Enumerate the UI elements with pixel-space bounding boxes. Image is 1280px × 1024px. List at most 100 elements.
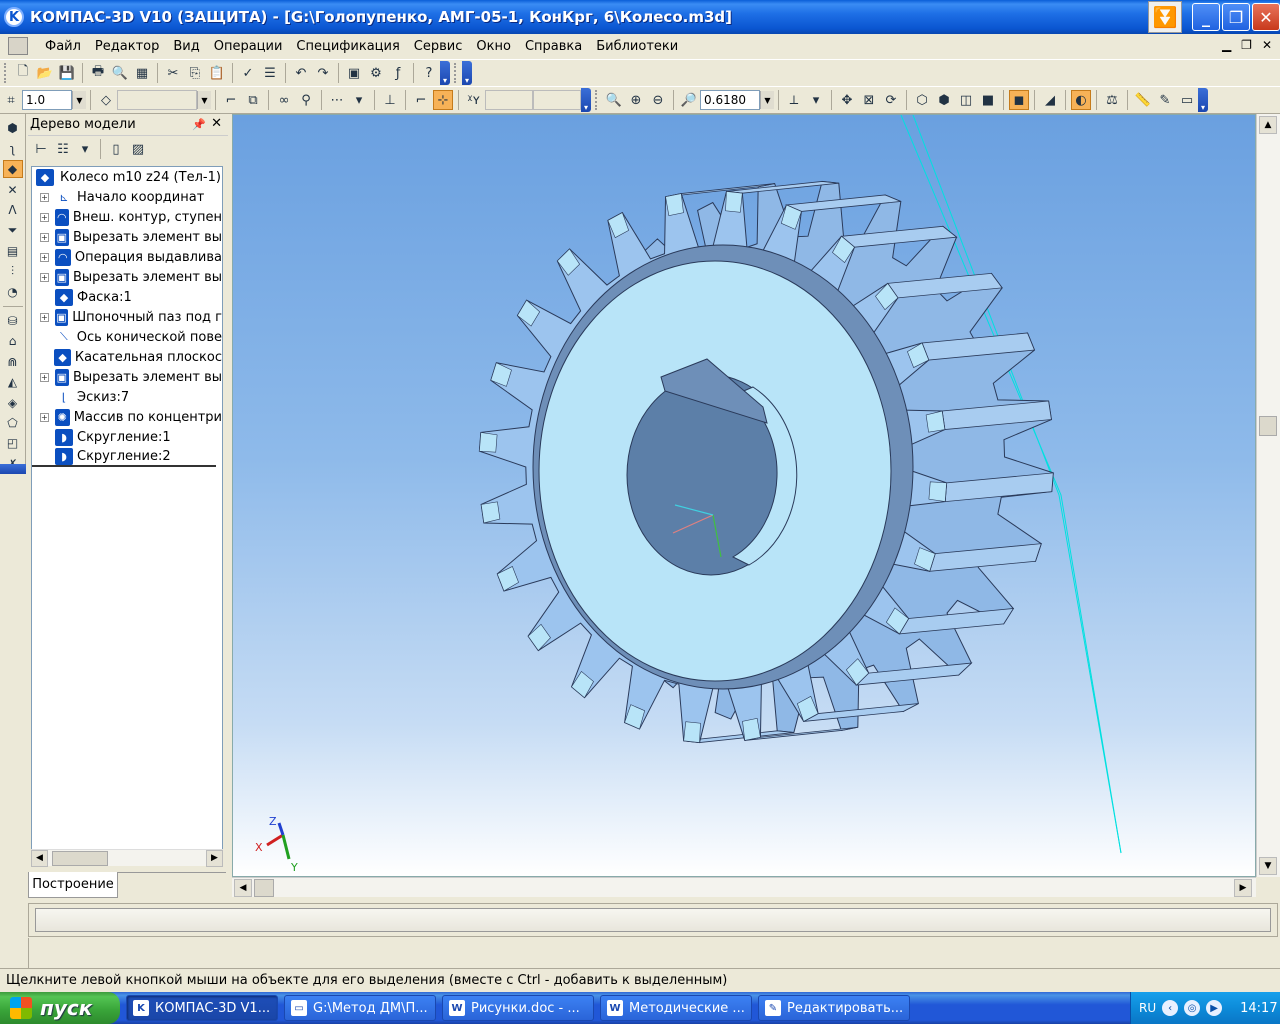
section-icon[interactable]: ◐ <box>1071 90 1091 110</box>
language-indicator[interactable]: RU <box>1139 1001 1156 1015</box>
close-button[interactable]: ✕ <box>1252 3 1280 31</box>
tree-item[interactable]: ⟍ Ось конической пове <box>32 327 222 347</box>
3d-viewport[interactable]: X Y Z <box>232 114 1256 877</box>
sheet-bend-icon[interactable]: ⌂ <box>3 332 23 350</box>
menu-editor[interactable]: Редактор <box>88 39 166 54</box>
hidden-lines-icon[interactable]: ⬢ <box>934 90 954 110</box>
grid-dropdown-icon[interactable]: ▾ <box>349 90 369 110</box>
tree-view-dropdown-icon[interactable]: ▾ <box>75 139 95 159</box>
cut-icon[interactable]: ✂ <box>163 63 183 83</box>
tree-view-icon[interactable]: ☷ <box>53 139 73 159</box>
toolbar-overflow-icon[interactable]: ▾ <box>581 88 591 112</box>
taskbar-item[interactable]: W Методические ... <box>600 995 752 1021</box>
material-icon[interactable]: ✎ <box>1155 90 1175 110</box>
scroll-down-icon[interactable]: ▼ <box>1259 857 1277 875</box>
toolbar-grip[interactable] <box>454 63 458 83</box>
expand-icon[interactable]: + <box>40 412 49 422</box>
tree-structure-icon[interactable]: ⊢ <box>31 139 51 159</box>
copy-icon[interactable]: ⎘ <box>185 63 205 83</box>
menu-window[interactable]: Окно <box>469 39 518 54</box>
redo-icon[interactable]: ↷ <box>313 63 333 83</box>
tree-item[interactable]: + ⊾ Начало координат <box>32 187 222 207</box>
orientation-dropdown-icon[interactable]: ▾ <box>806 90 826 110</box>
surfaces-icon[interactable]: ◆ <box>2 159 23 179</box>
expand-icon[interactable]: + <box>40 312 49 322</box>
tree-item[interactable]: ◆ Касательная плоскос <box>32 347 222 367</box>
taskbar-item[interactable]: K КОМПАС-3D V1... <box>126 995 278 1021</box>
print-setup-icon[interactable]: ▦ <box>132 63 152 83</box>
menu-libraries[interactable]: Библиотеки <box>589 39 685 54</box>
scroll-left-icon[interactable]: ◀ <box>31 849 48 867</box>
mass-properties-icon[interactable]: ⚖ <box>1102 90 1122 110</box>
tree-horizontal-scrollbar[interactable]: ◀ ▶ <box>31 849 223 867</box>
toolbar-grip[interactable] <box>595 90 599 110</box>
maximize-button[interactable]: ❐ <box>1222 3 1250 31</box>
local-cs-icon[interactable]: ⊥ <box>380 90 400 110</box>
new-document-icon[interactable]: 🗋 <box>13 63 33 83</box>
expand-icon[interactable]: + <box>40 192 49 202</box>
expand-icon[interactable]: + <box>40 232 49 242</box>
zoom-dropdown-icon[interactable]: ▼ <box>760 91 774 109</box>
scroll-right-icon[interactable]: ▶ <box>1234 879 1252 897</box>
perspective-icon[interactable]: ◢ <box>1040 90 1060 110</box>
tree-root[interactable]: ◆ Колесо m10 z24 (Тел-1) <box>32 167 222 187</box>
zoom-out-icon[interactable]: ⊖ <box>648 90 668 110</box>
editing-panel-icon[interactable]: ⬢ <box>3 119 23 137</box>
tree-item[interactable]: ◗ Скругление:1 <box>32 427 222 447</box>
display-icon[interactable]: ▭ <box>1177 90 1197 110</box>
filter-icon[interactable]: ⏷ <box>3 221 23 239</box>
viewport-vertical-scrollbar[interactable]: ▲ ▼ <box>1256 114 1280 877</box>
expand-icon[interactable]: + <box>40 212 49 222</box>
spatial-curves-icon[interactable]: ʅ <box>3 139 23 157</box>
reports-icon[interactable]: ⫶ <box>3 262 23 280</box>
fit-all-icon[interactable]: ⊠ <box>859 90 879 110</box>
save-icon[interactable]: 💾 <box>57 63 77 83</box>
tree-item[interactable]: ◗ Скругление:2 <box>32 447 216 467</box>
undo-icon[interactable]: ↶ <box>291 63 311 83</box>
pan-icon[interactable]: ✥ <box>837 90 857 110</box>
menu-specification[interactable]: Спецификация <box>289 39 406 54</box>
mdi-restore-icon[interactable]: ❐ <box>1241 38 1252 52</box>
gear-model[interactable]: X Y Z <box>233 115 1256 877</box>
snap-icon[interactable]: ⌗ <box>1 90 21 110</box>
shaded-edges-icon[interactable]: ◼ <box>1009 90 1029 110</box>
toolbar-overflow-icon[interactable]: ▾ <box>462 61 472 85</box>
tree-item[interactable]: + ▣ Вырезать элемент вы <box>32 267 222 287</box>
scroll-left-icon[interactable]: ◀ <box>234 879 252 897</box>
sheet-unfold-icon[interactable]: ⬠ <box>3 414 23 432</box>
collapse-toolbar-icon[interactable]: ⏬ <box>1148 1 1182 33</box>
kompas-app-icon[interactable]: K <box>4 7 24 27</box>
expand-icon[interactable]: + <box>40 252 49 262</box>
menu-help[interactable]: Справка <box>518 39 589 54</box>
unlink-icon[interactable]: ⚲ <box>296 90 316 110</box>
mdi-minimize-icon[interactable]: ▁ <box>1222 38 1231 52</box>
minimize-button[interactable]: _ <box>1192 3 1220 31</box>
rotate-icon[interactable]: ⟳ <box>881 90 901 110</box>
scroll-thumb[interactable] <box>52 850 108 866</box>
variables-icon[interactable]: ƒ <box>388 63 408 83</box>
viewport-horizontal-scrollbar[interactable]: ◀ ▶ <box>232 877 1256 897</box>
pin-icon[interactable]: 📌 <box>192 118 206 131</box>
library-manager-icon[interactable]: ⚙ <box>366 63 386 83</box>
close-icon[interactable]: ✕ <box>211 116 222 131</box>
tree-item[interactable]: + ◠ Внеш. контур, ступен <box>32 207 222 227</box>
tray-arrow-icon[interactable]: ‹ <box>1162 1000 1179 1016</box>
tree-item[interactable]: + ▣ Вырезать элемент вы <box>32 367 222 387</box>
scroll-right-icon[interactable]: ▶ <box>206 849 223 867</box>
ortho-icon[interactable]: ⌐ <box>411 90 431 110</box>
expand-icon[interactable]: + <box>40 272 49 282</box>
menu-service[interactable]: Сервис <box>407 39 470 54</box>
tree-item[interactable]: + ◠ Операция выдавлива <box>32 247 222 267</box>
dimensions-icon[interactable]: Ʌ <box>3 201 23 219</box>
snap-active-icon[interactable]: ⊹ <box>433 90 453 110</box>
tab-construction[interactable]: Построение <box>28 872 118 898</box>
tree-item[interactable]: + ▣ Вырезать элемент вы <box>32 227 222 247</box>
scale-field[interactable]: 1.0 <box>22 90 72 110</box>
start-button[interactable]: пуск <box>0 992 120 1024</box>
menu-operations[interactable]: Операции <box>207 39 290 54</box>
properties-icon[interactable]: ✓ <box>238 63 258 83</box>
auxiliary-geometry-icon[interactable]: ✕ <box>3 180 23 198</box>
document-icon[interactable] <box>8 37 28 55</box>
edit-component-icon[interactable]: ⧉ <box>243 90 263 110</box>
properties-field[interactable] <box>35 908 1271 932</box>
